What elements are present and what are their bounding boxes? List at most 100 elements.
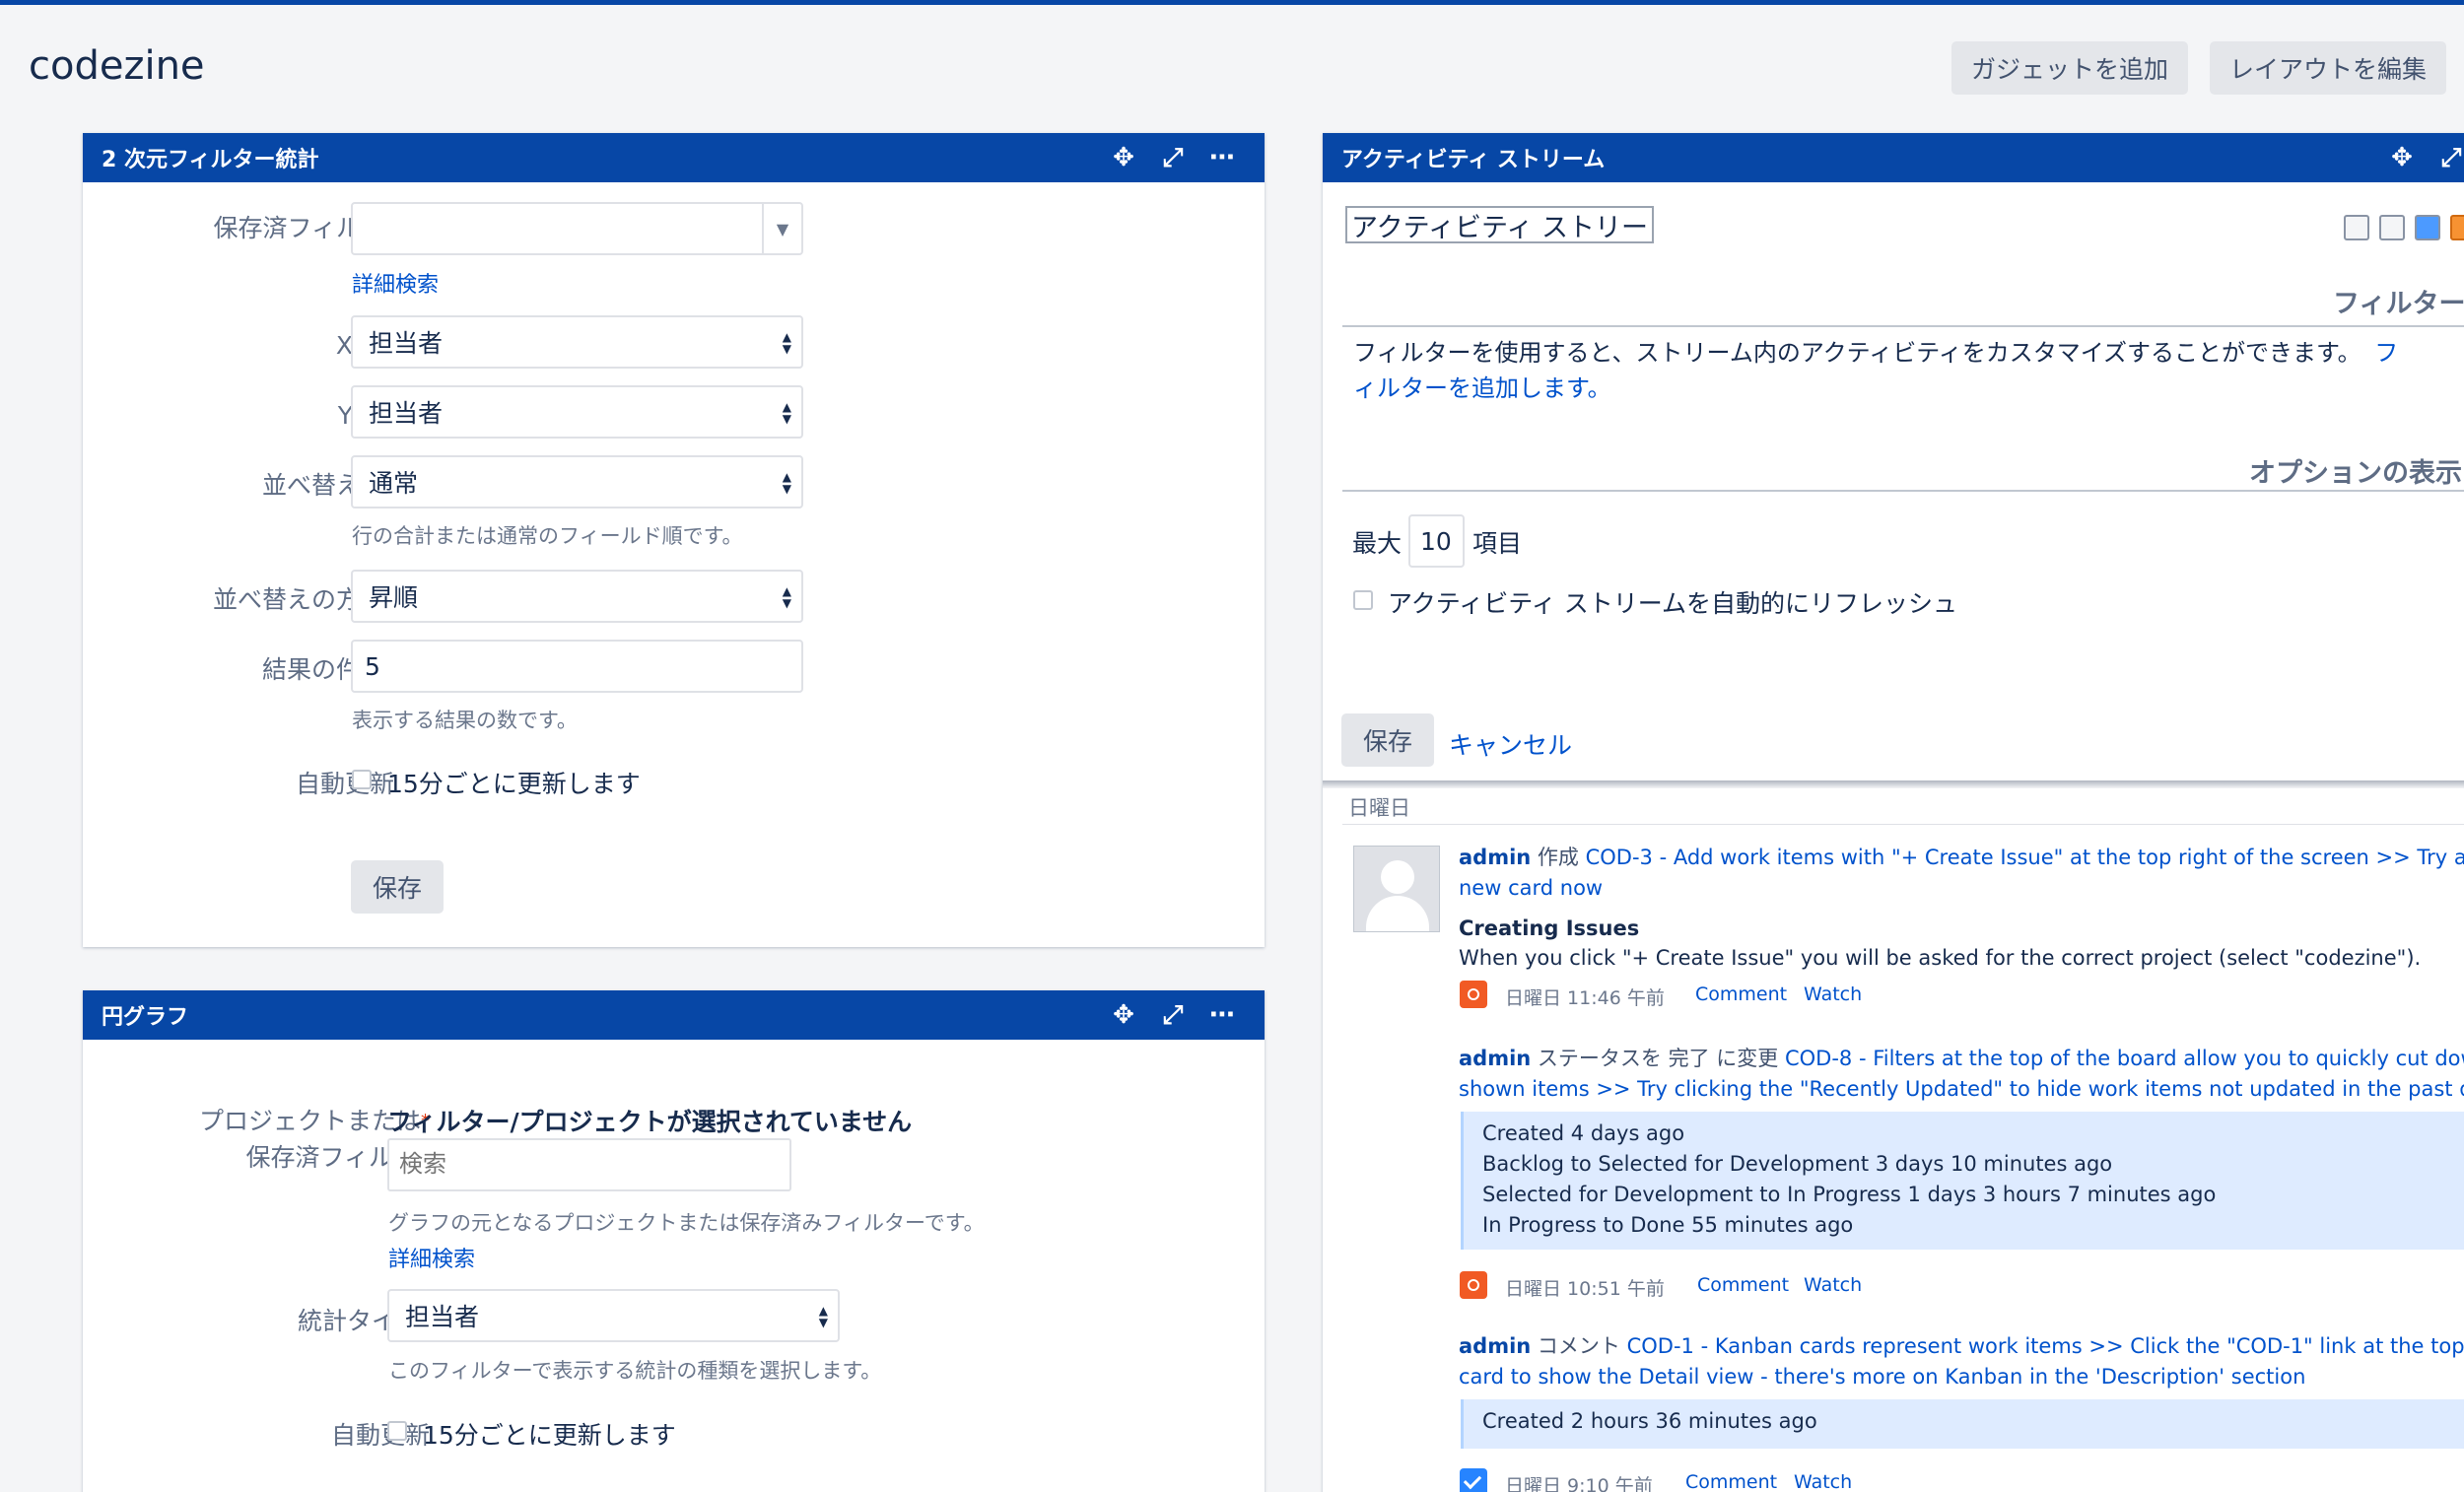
activity-verb: ステータスを 完了 に変更 bbox=[1537, 1047, 1779, 1070]
stream-auto-refresh-checkbox[interactable] bbox=[1353, 590, 1373, 610]
activity-verb: コメント bbox=[1537, 1334, 1620, 1358]
auto-refresh-label: 自動更新 bbox=[330, 1421, 430, 1450]
filter-config-icon[interactable] bbox=[2415, 215, 2440, 240]
more-options-icon[interactable]: ⋯ bbox=[1207, 145, 1237, 170]
x-axis-select[interactable]: 担当者 ▲ ▼ bbox=[351, 315, 803, 369]
activity-entry-title-cont: shown items >> Try clicking the "Recentl… bbox=[1459, 1074, 2464, 1105]
stream-save-button[interactable]: 保存 bbox=[1341, 713, 1435, 767]
sort-order-help: 行の合計または通常のフィールド順です。 bbox=[352, 524, 743, 548]
chevron-down-icon[interactable]: ▼ bbox=[762, 204, 801, 253]
entry-body: When you click "+ Create Issue" you will… bbox=[1459, 946, 2422, 970]
activity-entry-title: admin 作成 COD-3 - Add work items with "+ … bbox=[1459, 843, 2464, 873]
issue-link-cont[interactable]: shown items >> Try clicking the "Recentl… bbox=[1459, 1077, 2464, 1101]
auto-refresh-text: 15分ごとに更新します bbox=[387, 770, 641, 798]
items-label: 項目 bbox=[1472, 529, 1523, 558]
comment-link[interactable]: Comment bbox=[1697, 1274, 1789, 1296]
stat-type-select[interactable]: 担当者 ▲ ▼ bbox=[387, 1289, 840, 1342]
jira-source-icon bbox=[1460, 981, 1487, 1008]
y-axis-value: 担当者 bbox=[369, 399, 444, 428]
sort-direction-value: 昇順 bbox=[369, 583, 419, 612]
watch-link[interactable]: Watch bbox=[1804, 983, 1862, 1005]
dashboard-title: codezine bbox=[29, 43, 205, 89]
issue-link[interactable]: COD-1 - Kanban cards represent work item… bbox=[1627, 1334, 2464, 1358]
saved-filter-combobox[interactable]: ▼ bbox=[351, 202, 803, 255]
x-axis-value: 担当者 bbox=[369, 329, 444, 358]
comment-link[interactable]: Comment bbox=[1685, 1471, 1777, 1492]
entry-timestamp: 日曜日 9:10 午前 bbox=[1505, 1475, 1653, 1492]
add-filter-link[interactable]: フ bbox=[2368, 339, 2398, 367]
checkbox-source-icon bbox=[1460, 1468, 1487, 1492]
jira-source-icon bbox=[1460, 1271, 1487, 1299]
stream-cancel-link[interactable]: キャンセル bbox=[1449, 726, 1572, 762]
max-items-input[interactable]: 10 bbox=[1408, 514, 1465, 568]
filter-heading: フィルター bbox=[2333, 289, 2464, 319]
issue-link[interactable]: COD-3 - Add work items with "+ Create Is… bbox=[1586, 846, 2464, 869]
maximize-icon[interactable]: ⤢ bbox=[1158, 145, 1188, 170]
day-divider bbox=[1342, 824, 2464, 825]
stream-title-input[interactable]: アクティビティ ストリー bbox=[1345, 206, 1654, 243]
entry-timestamp: 日曜日 11:46 午前 bbox=[1505, 987, 1665, 1009]
move-icon[interactable]: ✥ bbox=[2387, 145, 2417, 170]
issue-link-cont[interactable]: new card now bbox=[1459, 876, 1603, 900]
watch-link[interactable]: Watch bbox=[1794, 1471, 1852, 1492]
sort-order-select[interactable]: 通常 ▲ ▼ bbox=[351, 455, 803, 509]
filter-divider bbox=[1342, 325, 2464, 327]
detailed-list-icon[interactable] bbox=[2379, 215, 2405, 240]
user-link[interactable]: admin bbox=[1459, 1047, 1531, 1070]
user-link[interactable]: admin bbox=[1459, 846, 1531, 869]
gadget-title: 2 次元フィルター統計 bbox=[102, 148, 319, 172]
auto-refresh-checkbox[interactable] bbox=[387, 1421, 407, 1441]
select-arrows-icon: ▲ ▼ bbox=[782, 584, 791, 610]
two-dim-stats-gadget: 2 次元フィルター統計 ✥ ⤢ ⋯ 保存済フィルタ* ▼ 詳細検索 X 軸* 担… bbox=[83, 133, 1265, 947]
issue-link-cont[interactable]: card to show the Detail view - there's m… bbox=[1459, 1365, 2305, 1389]
entry-heading: Creating Issues bbox=[1459, 916, 1640, 940]
maximize-icon[interactable]: ⤢ bbox=[2436, 145, 2464, 170]
add-gadget-button[interactable]: ガジェットを追加 bbox=[1951, 41, 2189, 95]
move-icon[interactable]: ✥ bbox=[1109, 145, 1138, 170]
issue-link[interactable]: COD-8 - Filters at the top of the board … bbox=[1785, 1047, 2464, 1070]
save-button[interactable]: 保存 bbox=[351, 860, 445, 914]
watch-link[interactable]: Watch bbox=[1804, 1274, 1862, 1296]
avatar[interactable] bbox=[1353, 846, 1440, 932]
user-link[interactable]: admin bbox=[1459, 1334, 1531, 1358]
project-help: グラフの元となるプロジェクトまたは保存済みフィルターです。 bbox=[388, 1211, 985, 1235]
stat-type-value: 担当者 bbox=[405, 1303, 480, 1331]
entry-timestamp: 日曜日 10:51 午前 bbox=[1505, 1278, 1665, 1300]
gadget-title: アクティビティ ストリーム bbox=[1341, 148, 1606, 172]
stat-type-help: このフィルターで表示する統計の種類を選択します。 bbox=[388, 1359, 882, 1383]
edit-layout-button[interactable]: レイアウトを編集 bbox=[2210, 41, 2447, 95]
activity-entry-title-cont: new card now bbox=[1459, 873, 1603, 904]
comment-link[interactable]: Comment bbox=[1695, 983, 1787, 1005]
list-view-icon[interactable] bbox=[2344, 215, 2369, 240]
activity-verb: 作成 bbox=[1537, 846, 1579, 869]
gadget-header: 2 次元フィルター統計 ✥ ⤢ ⋯ bbox=[83, 133, 1265, 182]
day-heading: 日曜日 bbox=[1348, 796, 1410, 820]
select-arrows-icon: ▲ ▼ bbox=[782, 400, 791, 426]
select-arrows-icon: ▲ ▼ bbox=[818, 1304, 828, 1329]
sort-direction-select[interactable]: 昇順 ▲ ▼ bbox=[351, 570, 803, 623]
y-axis-select[interactable]: 担当者 ▲ ▼ bbox=[351, 385, 803, 439]
auto-refresh-checkbox[interactable] bbox=[352, 770, 372, 789]
gadget-title: 円グラフ bbox=[102, 1005, 189, 1030]
max-label: 最大 bbox=[1352, 529, 1403, 558]
advanced-search-link[interactable]: 詳細検索 bbox=[388, 1242, 475, 1273]
project-search-input[interactable] bbox=[387, 1138, 791, 1191]
auto-refresh-label: 自動更新 bbox=[295, 770, 394, 798]
more-options-icon[interactable]: ⋯ bbox=[1207, 1002, 1237, 1028]
add-filter-link-cont[interactable]: ィルターを追加します。 bbox=[1353, 374, 1611, 402]
comment-text: Created 2 hours 36 minutes ago bbox=[1482, 1409, 1817, 1433]
move-icon[interactable]: ✥ bbox=[1109, 1002, 1138, 1028]
activity-entry-title: admin ステータスを 完了 に変更 COD-8 - Filters at t… bbox=[1459, 1044, 2464, 1074]
rss-feed-icon[interactable] bbox=[2450, 215, 2464, 240]
stream-auto-refresh-text: アクティビティ ストリームを自動的にリフレッシュ bbox=[1388, 589, 1957, 618]
top-accent-bar bbox=[0, 0, 2464, 5]
no-selection-text: フィルター/プロジェクトが選択されていません bbox=[387, 1108, 913, 1136]
maximize-icon[interactable]: ⤢ bbox=[1158, 1002, 1188, 1028]
select-arrows-icon: ▲ ▼ bbox=[782, 330, 791, 356]
auto-refresh-text: 15分ごとに更新します bbox=[423, 1421, 676, 1450]
display-options-heading: オプションの表示 bbox=[2249, 458, 2462, 489]
history-line: Created 4 days ago bbox=[1482, 1121, 1685, 1145]
advanced-search-link[interactable]: 詳細検索 bbox=[352, 267, 439, 299]
results-count-input[interactable]: 5 bbox=[351, 640, 803, 693]
pie-chart-gadget: 円グラフ ✥ ⤢ ⋯ プロジェクトまたは* 保存済フィルタ フィルター/プロジェク… bbox=[83, 990, 1265, 1492]
